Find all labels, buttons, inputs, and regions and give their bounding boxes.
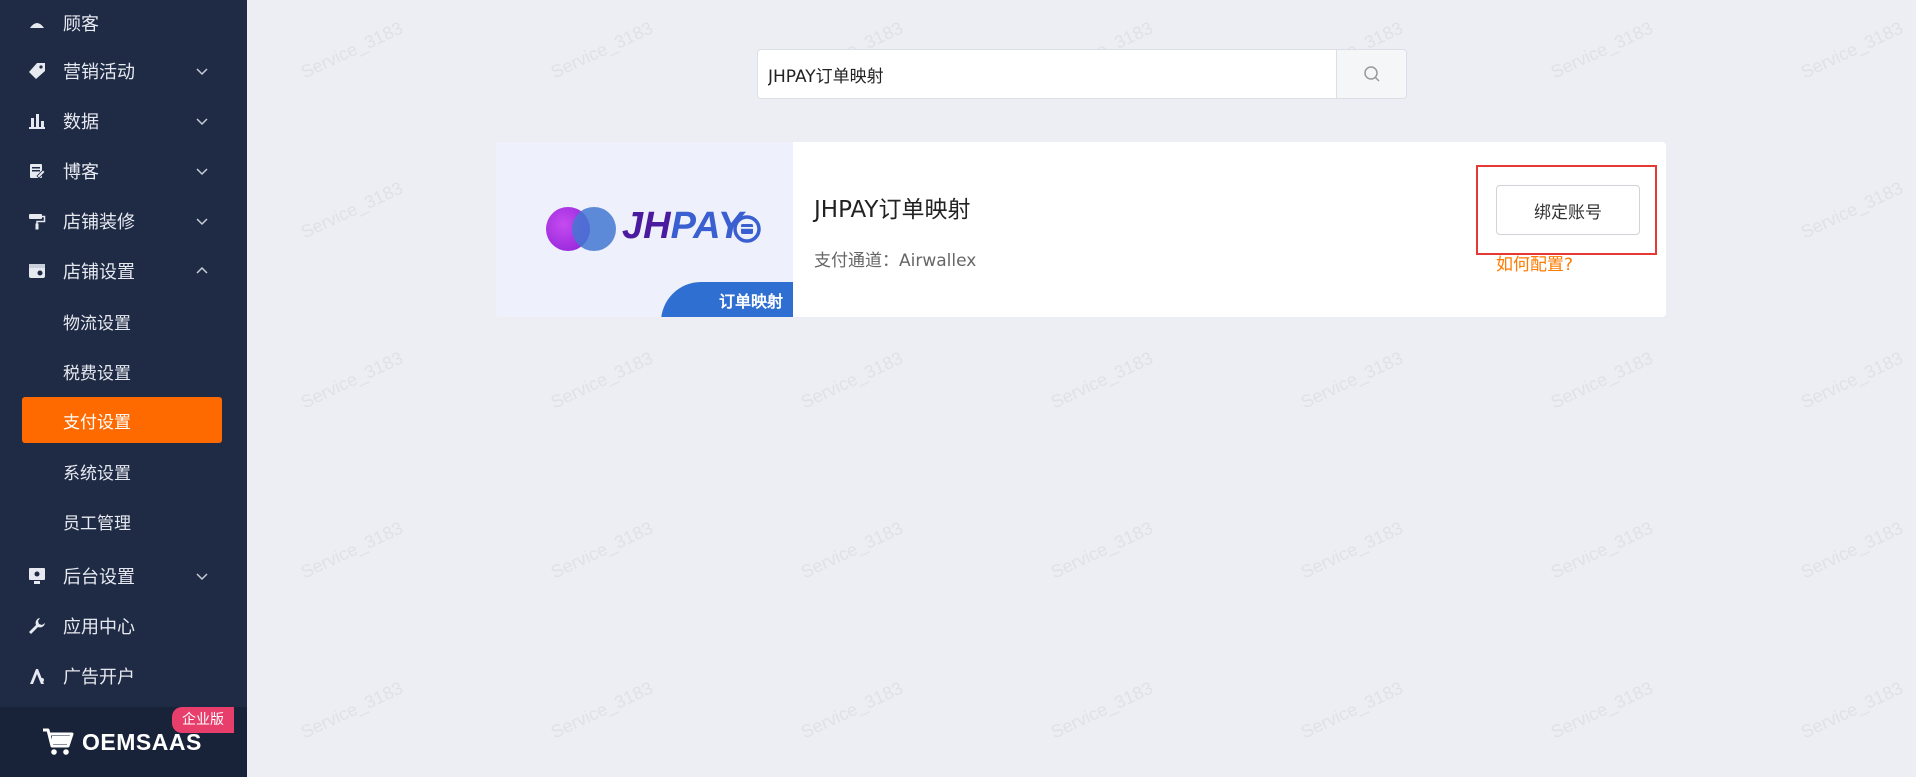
sidebar-item-label: 店铺装修	[63, 212, 135, 233]
sidebar-item-customers[interactable]: 顾客	[0, 0, 247, 48]
brand-name: OEMSAAS	[82, 729, 202, 755]
watermark-text: Service_3183	[797, 517, 906, 583]
chevron-down-icon	[196, 168, 208, 176]
sidebar-item-store-settings[interactable]: 店铺设置	[0, 246, 247, 296]
brand-footer: OEMSAAS 企业版	[0, 707, 247, 777]
search-icon	[1363, 66, 1380, 82]
watermark-text: Service_3183	[297, 17, 406, 83]
sidebar-item-label: 后台设置	[63, 567, 135, 588]
watermark-text: Service_3183	[1047, 517, 1156, 583]
sidebar-item-label: 博客	[63, 162, 99, 183]
watermark-text: Service_3183	[547, 517, 656, 583]
jhpay-logo: JHPAY	[622, 205, 744, 247]
sidebar: 顾客 营销活动 数据 博客 店铺装修 店铺设置 物流设置 税费设置 支付设置 系…	[0, 0, 247, 777]
search-bar	[757, 49, 1407, 99]
watermark-text: Service_3183	[797, 347, 906, 413]
search-input[interactable]	[758, 50, 1336, 98]
ads-icon	[27, 666, 47, 686]
card-icon	[733, 215, 761, 243]
edition-badge: 企业版	[172, 707, 234, 733]
chevron-down-icon	[196, 218, 208, 226]
plugin-thumbnail: JHPAY 订单映射	[496, 142, 793, 317]
sidebar-subitem-payment[interactable]: 支付设置	[22, 397, 222, 443]
sidebar-subitem-label: 税费设置	[63, 363, 131, 384]
sidebar-item-marketing[interactable]: 营销活动	[0, 46, 247, 96]
watermark-text: Service_3183	[1797, 17, 1906, 83]
sidebar-subitem-tax[interactable]: 税费设置	[22, 348, 222, 394]
chevron-down-icon	[196, 68, 208, 76]
watermark-text: Service_3183	[797, 677, 906, 743]
plugin-card: JHPAY 订单映射 JHPAY订单映射 支付通道：Airwallex 绑定账号…	[496, 142, 1666, 317]
bar-chart-icon	[27, 111, 47, 131]
watermark-text: Service_3183	[547, 347, 656, 413]
sidebar-subitem-system[interactable]: 系统设置	[22, 448, 222, 494]
watermark-text: Service_3183	[1297, 677, 1406, 743]
tag-icon	[27, 61, 47, 81]
plugin-title: JHPAY订单映射	[814, 197, 971, 223]
watermark-text: Service_3183	[1297, 517, 1406, 583]
watermark-text: Service_3183	[297, 177, 406, 243]
sidebar-subitem-label: 物流设置	[63, 313, 131, 334]
search-button[interactable]	[1336, 50, 1406, 98]
sidebar-subitem-shipping[interactable]: 物流设置	[22, 298, 222, 344]
customers-icon	[27, 13, 47, 33]
sidebar-item-label: 店铺设置	[63, 262, 135, 283]
chevron-down-icon	[196, 118, 208, 126]
how-to-configure-link[interactable]: 如何配置?	[1496, 250, 1573, 275]
sidebar-subitem-label: 员工管理	[63, 513, 131, 534]
logo-circle-blue	[572, 207, 616, 251]
chevron-up-icon	[196, 266, 208, 274]
admin-settings-icon	[27, 566, 47, 586]
sidebar-item-label: 应用中心	[63, 617, 135, 638]
watermark-text: Service_3183	[1047, 677, 1156, 743]
sidebar-item-label: 数据	[63, 112, 99, 133]
sidebar-item-label: 顾客	[63, 14, 99, 35]
watermark-text: Service_3183	[297, 347, 406, 413]
watermark-text: Service_3183	[547, 677, 656, 743]
watermark-text: Service_3183	[1547, 517, 1656, 583]
watermark-text: Service_3183	[1797, 677, 1906, 743]
sidebar-item-app-center[interactable]: 应用中心	[0, 601, 247, 651]
order-mapping-tag: 订单映射	[661, 282, 793, 317]
chevron-down-icon	[196, 573, 208, 581]
store-settings-icon	[27, 261, 47, 281]
sidebar-item-blog[interactable]: 博客	[0, 146, 247, 196]
sidebar-subitem-staff[interactable]: 员工管理	[22, 498, 222, 544]
watermark-text: Service_3183	[1547, 347, 1656, 413]
sidebar-item-label: 广告开户	[63, 667, 135, 688]
sidebar-item-data[interactable]: 数据	[0, 96, 247, 146]
watermark-text: Service_3183	[1797, 347, 1906, 413]
sidebar-item-label: 营销活动	[63, 62, 135, 83]
paint-roller-icon	[27, 211, 47, 231]
watermark-text: Service_3183	[297, 517, 406, 583]
watermark-text: Service_3183	[297, 677, 406, 743]
watermark-text: Service_3183	[1047, 347, 1156, 413]
watermark-text: Service_3183	[1797, 177, 1906, 243]
watermark-text: Service_3183	[1297, 347, 1406, 413]
payment-channel: 支付通道：Airwallex	[814, 251, 977, 271]
watermark-text: Service_3183	[1547, 677, 1656, 743]
sidebar-item-store-design[interactable]: 店铺装修	[0, 196, 247, 246]
sidebar-subitem-label: 系统设置	[63, 463, 131, 484]
blog-icon	[27, 161, 47, 181]
watermark-text: Service_3183	[1797, 517, 1906, 583]
sidebar-item-admin-settings[interactable]: 后台设置	[0, 551, 247, 601]
cart-icon	[43, 728, 74, 755]
watermark-text: Service_3183	[1547, 17, 1656, 83]
main-content: Service_3183 Service_3183 Service_3183 Serv…	[247, 0, 1916, 777]
sidebar-item-ads[interactable]: 广告开户	[0, 651, 247, 701]
wrench-icon	[27, 616, 47, 636]
watermark-text: Service_3183	[547, 17, 656, 83]
sidebar-subitem-label: 支付设置	[63, 412, 131, 433]
bind-account-button[interactable]: 绑定账号	[1496, 185, 1640, 235]
